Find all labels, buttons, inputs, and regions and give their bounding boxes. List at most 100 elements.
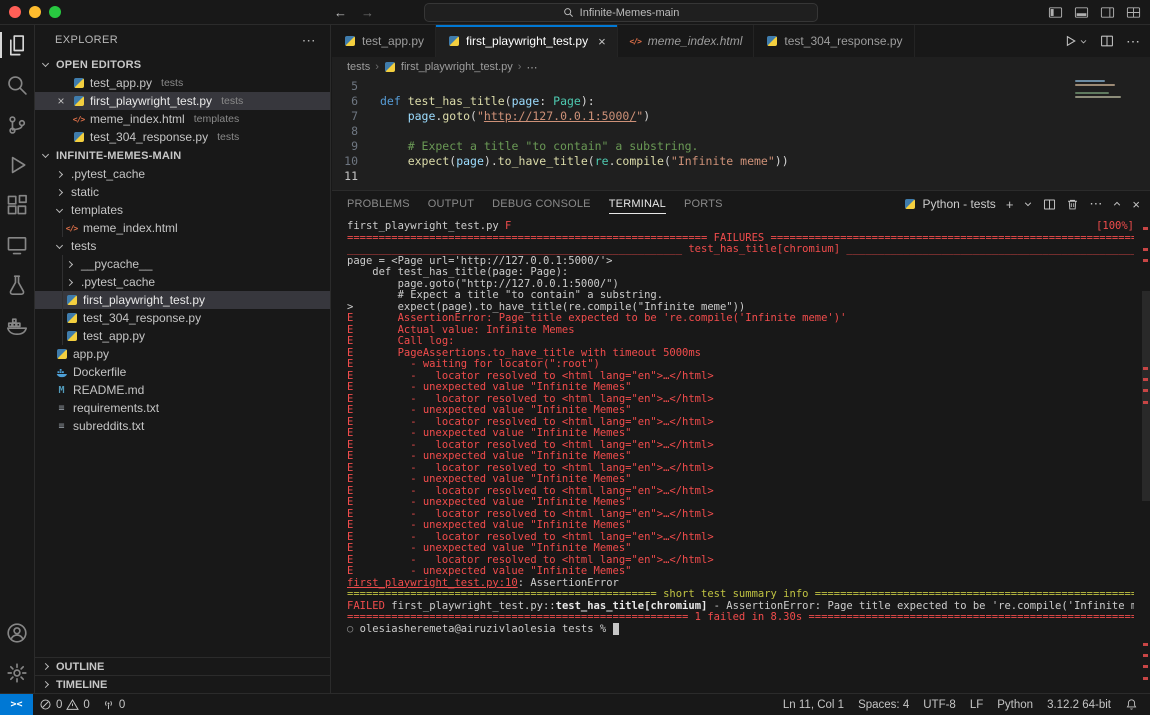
- terminal-picker[interactable]: Python - tests: [903, 197, 995, 211]
- tree-file-item[interactable]: first_playwright_test.py: [35, 291, 330, 309]
- editor-more-actions-button[interactable]: ⋯: [1126, 33, 1140, 50]
- tree-folder-item[interactable]: tests: [35, 237, 330, 255]
- split-editor-button[interactable]: [1100, 34, 1114, 48]
- split-terminal-button[interactable]: [1043, 198, 1056, 211]
- close-window-button[interactable]: [9, 6, 21, 18]
- eol-indicator[interactable]: LF: [964, 694, 989, 715]
- code-line: 5: [332, 79, 1150, 94]
- tree-file-item[interactable]: ≡subreddits.txt: [35, 417, 330, 435]
- python-file-icon: [767, 36, 777, 46]
- tree-file-item[interactable]: test_304_response.py: [35, 309, 330, 327]
- problems-indicator[interactable]: 0 0: [33, 694, 96, 715]
- activitybar-docker[interactable]: [0, 305, 34, 345]
- zoom-window-button[interactable]: [49, 6, 61, 18]
- terminal-output[interactable]: first_playwright_test.py F[100%]========…: [347, 221, 1134, 691]
- panel-tab-problems[interactable]: PROBLEMS: [347, 191, 410, 217]
- activitybar-source-control[interactable]: [0, 105, 34, 145]
- panel-tab-ports[interactable]: PORTS: [684, 191, 723, 217]
- open-editors-label: OPEN EDITORS: [56, 59, 141, 71]
- code-editor[interactable]: 56def test_has_title(page: Page):7 page.…: [332, 77, 1150, 190]
- editor-tab[interactable]: test_app.py: [332, 25, 436, 57]
- editor-tab[interactable]: test_304_response.py: [754, 25, 914, 57]
- tree-file-item[interactable]: test_app.py: [35, 327, 330, 345]
- activitybar-account[interactable]: [0, 613, 34, 653]
- code-line: 7 page.goto("http://127.0.0.1:5000/"): [332, 109, 1150, 124]
- customize-layout-button[interactable]: [1126, 5, 1141, 20]
- panel-more-actions-button[interactable]: ⋯: [1089, 196, 1102, 212]
- panel-tab-terminal[interactable]: TERMINAL: [609, 191, 666, 217]
- activitybar-run-debug[interactable]: [0, 145, 34, 185]
- terminal-line: ○ olesiasheremeta@airuzivlaolesia tests …: [347, 624, 1134, 636]
- tree-file-item[interactable]: MREADME.md: [35, 381, 330, 399]
- open-editor-item[interactable]: ×first_playwright_test.pytests: [35, 92, 330, 110]
- overview-ruler-mark: [1143, 259, 1148, 262]
- nav-forward-icon[interactable]: →: [361, 5, 374, 20]
- activitybar-search[interactable]: [0, 65, 34, 105]
- outline-section[interactable]: OUTLINE: [35, 657, 330, 675]
- toggle-primary-sidebar-button[interactable]: [1048, 5, 1063, 20]
- file-name: test_304_response.py: [90, 130, 208, 144]
- activitybar-settings[interactable]: [0, 653, 34, 693]
- panel-tab-output[interactable]: OUTPUT: [428, 191, 474, 217]
- notifications-bell[interactable]: [1119, 694, 1144, 715]
- close-icon[interactable]: ×: [598, 34, 606, 49]
- encoding-indicator[interactable]: UTF-8: [917, 694, 962, 715]
- breadcrumb-item[interactable]: ⋯: [526, 61, 537, 74]
- tree-folder-item[interactable]: templates: [35, 201, 330, 219]
- activitybar-testing[interactable]: [0, 265, 34, 305]
- activitybar-explorer[interactable]: [0, 25, 34, 65]
- tree-file-item[interactable]: ≡requirements.txt: [35, 399, 330, 417]
- toggle-panel-button[interactable]: [1074, 5, 1089, 20]
- kill-terminal-button[interactable]: [1066, 198, 1079, 211]
- nav-back-icon[interactable]: ←: [334, 5, 347, 20]
- tree-folder-item[interactable]: .pytest_cache: [35, 165, 330, 183]
- tree-file-item[interactable]: Dockerfile: [35, 363, 330, 381]
- code-text: [358, 79, 380, 94]
- file-name: requirements.txt: [73, 401, 159, 415]
- html-file-icon: </>: [629, 37, 642, 46]
- open-editor-item[interactable]: test_304_response.pytests: [35, 128, 330, 146]
- tab-label: test_app.py: [362, 34, 424, 48]
- editor-tab[interactable]: first_playwright_test.py×: [436, 25, 618, 57]
- language-indicator[interactable]: Python: [991, 694, 1039, 715]
- docker-icon: [6, 314, 28, 336]
- breadcrumb-item[interactable]: first_playwright_test.py: [384, 61, 513, 73]
- tree-folder-item[interactable]: __pycache__: [35, 255, 330, 273]
- file-name: test_app.py: [90, 76, 152, 90]
- search-icon: [6, 74, 28, 96]
- cursor-position[interactable]: Ln 11, Col 1: [777, 694, 850, 715]
- close-panel-button[interactable]: ×: [1132, 197, 1140, 212]
- minimap[interactable]: [1075, 80, 1135, 100]
- activitybar-remote-explorer[interactable]: [0, 225, 34, 265]
- indentation-indicator[interactable]: Spaces: 4: [852, 694, 915, 715]
- breadcrumb-item[interactable]: tests: [347, 61, 370, 73]
- close-icon[interactable]: ×: [55, 94, 67, 108]
- run-python-file-button[interactable]: [1063, 34, 1088, 48]
- command-center[interactable]: Infinite-Memes-main: [424, 3, 818, 22]
- terminal-dropdown-icon[interactable]: [1023, 199, 1033, 209]
- open-editor-item[interactable]: test_app.pytests: [35, 74, 330, 92]
- activitybar-extensions[interactable]: [0, 185, 34, 225]
- tree-folder-item[interactable]: .pytest_cache: [35, 273, 330, 291]
- explorer-more-actions-button[interactable]: ⋯: [302, 32, 316, 49]
- tree-folder-item[interactable]: static: [35, 183, 330, 201]
- workspace-header[interactable]: INFINITE-MEMES-MAIN: [35, 146, 330, 165]
- remote-indicator[interactable]: ><: [0, 694, 33, 715]
- timeline-section[interactable]: TIMELINE: [35, 675, 330, 693]
- open-editors-header[interactable]: OPEN EDITORS: [35, 55, 330, 74]
- toggle-secondary-sidebar-button[interactable]: [1100, 5, 1115, 20]
- open-editor-item[interactable]: </>meme_index.htmltemplates: [35, 110, 330, 128]
- ports-indicator[interactable]: 0: [96, 694, 131, 715]
- breadcrumb-label: first_playwright_test.py: [401, 61, 513, 73]
- layout-controls: [1048, 0, 1141, 25]
- minimize-window-button[interactable]: [29, 6, 41, 18]
- tree-file-item[interactable]: </>meme_index.html: [35, 219, 330, 237]
- editor-tab[interactable]: </>meme_index.html: [618, 25, 755, 57]
- panel-tab-debug-console[interactable]: DEBUG CONSOLE: [492, 191, 591, 217]
- terminal-scrollbar[interactable]: [1142, 291, 1150, 501]
- new-terminal-button[interactable]: +: [1006, 197, 1014, 212]
- tree-file-item[interactable]: app.py: [35, 345, 330, 363]
- python-interpreter-indicator[interactable]: 3.12.2 64-bit: [1041, 694, 1117, 715]
- maximize-panel-button[interactable]: [1112, 199, 1122, 209]
- html-file-icon: </>: [65, 224, 78, 233]
